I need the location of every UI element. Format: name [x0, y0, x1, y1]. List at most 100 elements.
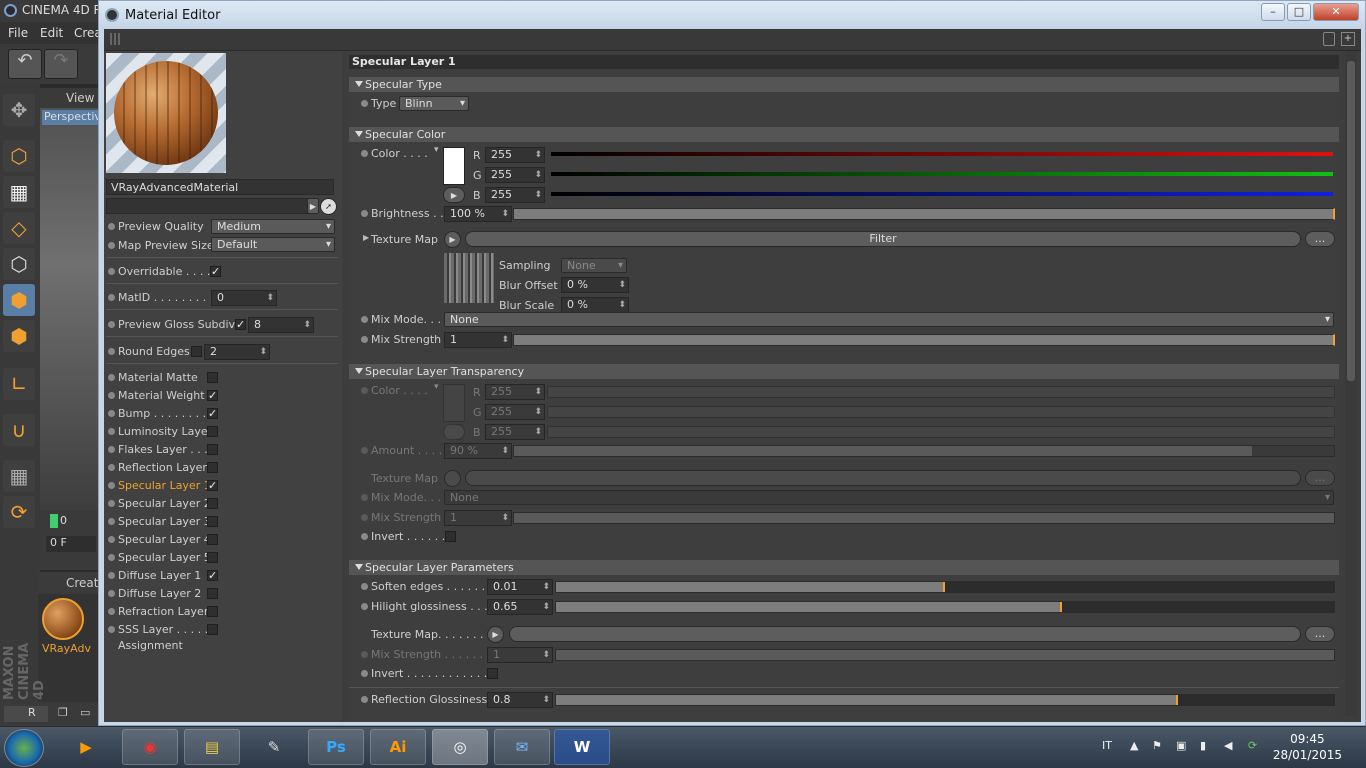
- texture-thumbnail[interactable]: [444, 253, 494, 303]
- animate-dot[interactable]: [361, 696, 368, 703]
- channel-item[interactable]: Reflection Layer: [104, 459, 342, 477]
- preview-quality-dropdown[interactable]: Medium: [211, 219, 335, 234]
- explorer-icon[interactable]: ▤: [184, 729, 240, 765]
- channel-item[interactable]: Specular Layer 5: [104, 549, 342, 567]
- trans-texture-button[interactable]: [465, 470, 1301, 486]
- cube-icon[interactable]: ⬡: [3, 140, 35, 172]
- invert-checkbox[interactable]: [445, 531, 456, 542]
- matid-field[interactable]: 0: [211, 290, 277, 306]
- mix-mode-dropdown[interactable]: None: [444, 312, 1334, 327]
- animate-dot[interactable]: [361, 316, 368, 323]
- network-icon[interactable]: ▮: [1200, 739, 1206, 752]
- viewport[interactable]: View Perspectiv: [40, 88, 101, 528]
- redo-icon[interactable]: ↷: [44, 49, 78, 79]
- material-manager-menu[interactable]: Creat: [38, 572, 99, 594]
- animate-dot[interactable]: [361, 514, 368, 521]
- channel-item-checkbox[interactable]: [207, 516, 218, 527]
- illustrator-icon[interactable]: Ai: [370, 729, 426, 765]
- tray-expand-icon[interactable]: ▲: [1130, 739, 1138, 752]
- new-panel-icon[interactable]: +: [1341, 32, 1355, 46]
- animate-dot[interactable]: [108, 572, 115, 579]
- amount-slider[interactable]: [513, 445, 1335, 457]
- color-menu-icon[interactable]: ▾: [434, 145, 439, 155]
- color-swatch[interactable]: [443, 147, 465, 185]
- color-menu-icon[interactable]: ▾: [434, 382, 439, 392]
- paint-icon[interactable]: ✎: [246, 729, 302, 765]
- animate-dot[interactable]: [108, 608, 115, 615]
- sampling-dropdown[interactable]: None: [561, 258, 627, 273]
- animate-dot[interactable]: [108, 536, 115, 543]
- channel-item[interactable]: Material Matte: [104, 369, 342, 387]
- material-preview[interactable]: [106, 53, 226, 173]
- trans-g-field[interactable]: 255: [485, 404, 545, 420]
- animate-dot[interactable]: [108, 464, 115, 471]
- animate-dot[interactable]: [108, 374, 115, 381]
- magnet-icon[interactable]: ∪: [3, 414, 35, 446]
- param-texture-menu-icon[interactable]: ▶: [487, 626, 504, 643]
- timeline-marker[interactable]: [50, 514, 58, 528]
- frame-field[interactable]: 0 F: [46, 536, 96, 552]
- g-field[interactable]: 255: [485, 167, 545, 183]
- overridable-checkbox[interactable]: ✓: [210, 266, 221, 277]
- chrome-icon[interactable]: ◉: [122, 729, 178, 765]
- maximize-button[interactable]: □: [1287, 3, 1311, 21]
- type-dropdown[interactable]: Blinn: [399, 96, 469, 111]
- grid-lock-icon[interactable]: ▦: [3, 460, 35, 492]
- channel-item-checkbox[interactable]: [207, 552, 218, 563]
- plane-icon[interactable]: ◇: [3, 212, 35, 244]
- channel-item[interactable]: Diffuse Layer 2: [104, 585, 342, 603]
- animate-dot[interactable]: [108, 268, 115, 275]
- param-mix-strength-field[interactable]: 1: [487, 647, 553, 663]
- brightness-field[interactable]: 100 %: [444, 206, 512, 222]
- model-icon[interactable]: ⬢: [3, 320, 35, 352]
- bottom-tab[interactable]: R: [4, 706, 48, 722]
- trans-texture-menu-icon[interactable]: [444, 470, 461, 487]
- channel-item[interactable]: Luminosity Layer: [104, 423, 342, 441]
- specular-color-header[interactable]: Specular Color: [349, 127, 1339, 142]
- animate-dot[interactable]: [108, 242, 115, 249]
- channel-item[interactable]: Diffuse Layer 1 ✓: [104, 567, 342, 585]
- volume-icon[interactable]: ◀: [1224, 739, 1232, 752]
- points-icon[interactable]: ⬡: [3, 248, 35, 280]
- channel-item[interactable]: Bump . . . . . . . . . ✓: [104, 405, 342, 423]
- trans-g-slider[interactable]: [547, 406, 1335, 418]
- round-edges-field[interactable]: 2: [204, 344, 270, 360]
- object-mode-icon[interactable]: ⬢: [3, 284, 35, 316]
- trans-r-slider[interactable]: [547, 386, 1335, 398]
- photoshop-icon[interactable]: Ps: [308, 729, 364, 765]
- color-picker-toggle-icon[interactable]: ▶: [443, 187, 465, 203]
- channel-item[interactable]: Specular Layer 1 ✓: [104, 477, 342, 495]
- animate-dot[interactable]: [108, 223, 115, 230]
- workplane-icon[interactable]: ⟳: [3, 496, 35, 528]
- r-field[interactable]: 255: [485, 147, 545, 163]
- play-icon[interactable]: ▶: [307, 198, 319, 214]
- blur-offset-field[interactable]: 0 %: [561, 277, 629, 293]
- round-edges-checkbox[interactable]: [191, 346, 202, 357]
- channel-item-checkbox[interactable]: [207, 534, 218, 545]
- axis-icon[interactable]: ∟: [3, 368, 35, 400]
- animate-dot[interactable]: [108, 626, 115, 633]
- animate-dot[interactable]: [361, 494, 368, 501]
- animate-dot[interactable]: [108, 590, 115, 597]
- transparency-header[interactable]: Specular Layer Transparency: [349, 364, 1339, 379]
- channel-item[interactable]: Flakes Layer . . . .: [104, 441, 342, 459]
- animate-dot[interactable]: [108, 482, 115, 489]
- channel-item-checkbox[interactable]: [207, 426, 218, 437]
- channel-item[interactable]: Specular Layer 3: [104, 513, 342, 531]
- channel-item-checkbox[interactable]: [207, 462, 218, 473]
- param-texture-button[interactable]: [509, 626, 1301, 642]
- animate-dot[interactable]: [361, 533, 368, 540]
- soften-field[interactable]: 0.01: [487, 579, 553, 595]
- animate-dot[interactable]: [108, 410, 115, 417]
- animate-dot[interactable]: [361, 447, 368, 454]
- r-slider[interactable]: [551, 152, 1333, 156]
- assignment-tab[interactable]: Assignment: [118, 639, 183, 652]
- animate-dot[interactable]: [108, 348, 115, 355]
- b-slider[interactable]: [551, 192, 1333, 196]
- channel-item[interactable]: Refraction Layer: [104, 603, 342, 621]
- material-editor-titlebar[interactable]: Material Editor – □ ✕: [99, 1, 1365, 29]
- restore-icon[interactable]: ❐: [58, 706, 68, 719]
- menu-file[interactable]: File: [8, 26, 28, 40]
- animate-dot[interactable]: [361, 100, 368, 107]
- channel-item[interactable]: SSS Layer . . . . . .: [104, 621, 342, 639]
